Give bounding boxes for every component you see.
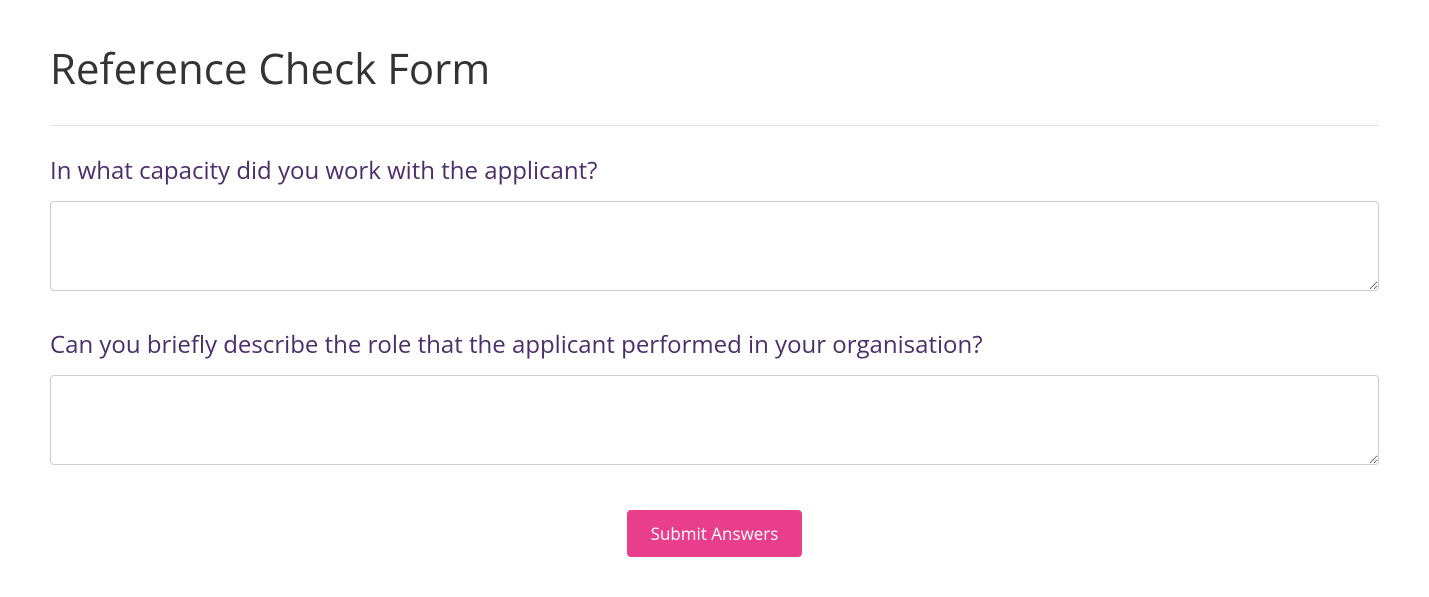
page-title: Reference Check Form	[50, 40, 1379, 97]
submit-button[interactable]: Submit Answers	[627, 510, 803, 557]
question-label-1: In what capacity did you work with the a…	[50, 154, 1379, 187]
question-label-2: Can you briefly describe the role that t…	[50, 328, 1379, 361]
divider	[50, 125, 1379, 126]
question-block-1: In what capacity did you work with the a…	[50, 154, 1379, 296]
submit-row: Submit Answers	[50, 510, 1379, 557]
question-block-2: Can you briefly describe the role that t…	[50, 328, 1379, 470]
answer-textarea-2[interactable]	[50, 375, 1379, 465]
answer-textarea-1[interactable]	[50, 201, 1379, 291]
